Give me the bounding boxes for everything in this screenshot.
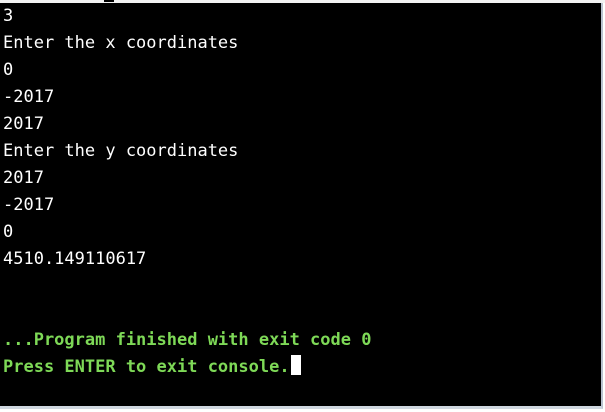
title-mark — [104, 0, 114, 2]
output-line: 2017 — [3, 114, 44, 134]
exit-console-prompt: Press ENTER to exit console. — [3, 357, 290, 377]
output-line: Enter the y coordinates — [3, 141, 239, 161]
output-line: -2017 — [3, 195, 55, 215]
console-window: 3 Enter the x coordinates 0 -2017 2017 E… — [0, 0, 605, 412]
exit-console-prompt-row[interactable]: Press ENTER to exit console. — [3, 354, 601, 381]
output-line: 3 — [3, 6, 14, 26]
blank-lines — [3, 273, 601, 327]
program-finished-message: ...Program finished with exit code 0 — [3, 330, 372, 350]
text-cursor — [290, 355, 301, 375]
output-line: -2017 — [3, 87, 55, 107]
output-line: 4510.149110617 — [3, 249, 147, 269]
output-line: 0 — [3, 60, 14, 80]
output-line: 2017 — [3, 168, 44, 188]
output-line: 0 — [3, 222, 14, 242]
terminal-output[interactable]: 3 Enter the x coordinates 0 -2017 2017 E… — [0, 3, 603, 409]
output-line: Enter the x coordinates — [3, 33, 239, 53]
